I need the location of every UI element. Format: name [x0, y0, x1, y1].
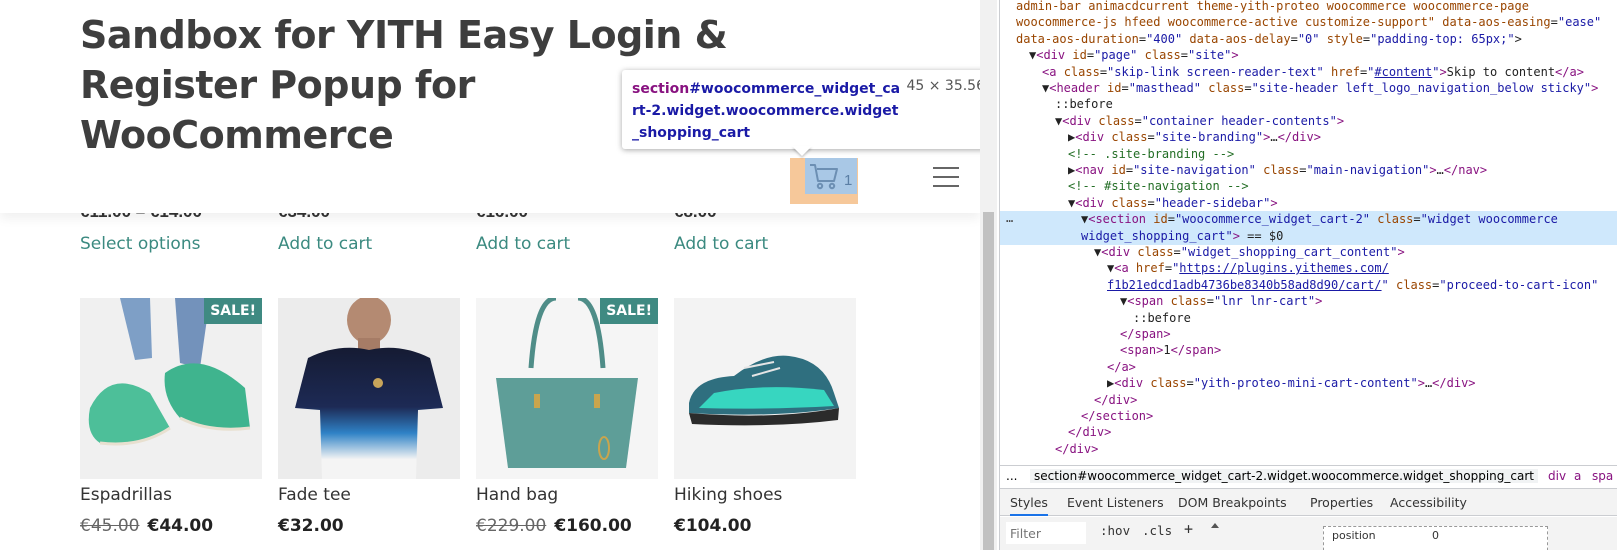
price: €32.00 [278, 516, 344, 536]
add-to-cart-link[interactable]: Add to cart [674, 234, 768, 254]
tooltip-arrow [792, 146, 812, 156]
sidebar-tabs: Styles Event Listeners DOM Breakpoints P… [1000, 488, 1617, 516]
dom-node[interactable]: </div> [1000, 424, 1617, 441]
old-price: €45.00 [80, 516, 140, 536]
new-style-rule-button[interactable]: + [1184, 520, 1193, 538]
dom-node[interactable]: </div> [1000, 392, 1617, 409]
box-model: position 0 [1323, 526, 1548, 550]
cart-count: 1 [844, 172, 853, 189]
dom-node[interactable]: ▼<div class="widget_shopping_cart_conten… [1000, 244, 1617, 261]
dom-node[interactable]: ::before [1000, 96, 1617, 113]
hamburger-menu-icon[interactable] [933, 167, 959, 187]
dom-node[interactable]: admin-bar animacdcurrent theme-yith-prot… [1000, 0, 1617, 15]
dom-node[interactable]: <!-- #site-navigation --> [1000, 178, 1617, 195]
product-image-espadrillas[interactable]: SALE! [80, 298, 262, 479]
product-name[interactable]: Fade tee [278, 485, 351, 505]
dom-node[interactable]: ▶<div class="site-branding">…</div> [1000, 129, 1617, 146]
dom-node[interactable]: ▶<div class="yith-proteo-mini-cart-conte… [1000, 375, 1617, 392]
tab-accessibility[interactable]: Accessibility [1390, 495, 1467, 510]
breadcrumb-item[interactable]: a [1574, 469, 1581, 483]
page-viewport: €11.00 – €14.00 €34.00 €16.00 €8.00 Sele… [0, 0, 980, 550]
sale-price: €44.00 [147, 516, 214, 536]
product-image-hand-bag[interactable]: SALE! [476, 298, 658, 479]
tab-styles[interactable]: Styles [1010, 495, 1048, 516]
dom-node[interactable]: ::before [1000, 310, 1617, 327]
sale-badge: SALE! [600, 298, 658, 324]
dom-node[interactable]: </a> [1000, 359, 1617, 376]
dom-node-selected[interactable]: ▼<section id="woocommerce_widget_cart-2"… [1000, 211, 1617, 229]
product-price: €104.00 [674, 516, 751, 536]
breadcrumb-item[interactable]: div [1548, 469, 1566, 483]
tab-event-listeners[interactable]: Event Listeners [1067, 495, 1164, 510]
product-image-hiking-shoes[interactable] [674, 298, 856, 479]
cart-icon[interactable] [808, 161, 840, 191]
dom-node[interactable]: ▼<span class="lnr lnr-cart"> [1000, 293, 1617, 310]
dom-node[interactable]: <a class="skip-link screen-reader-text" … [1000, 64, 1617, 81]
dom-node[interactable]: </section> [1000, 408, 1617, 425]
hov-button[interactable]: :hov [1100, 523, 1130, 538]
dom-node[interactable]: ▼<div class="header-sidebar"> [1000, 195, 1617, 212]
dom-node[interactable]: <!-- .site-branding --> [1000, 146, 1617, 163]
styles-filter-input[interactable] [1006, 522, 1086, 544]
dom-node[interactable]: </span> [1000, 326, 1617, 343]
breadcrumb-more[interactable]: ... [1006, 469, 1017, 483]
dom-node[interactable]: ▼<header id="masthead" class="site-heade… [1000, 80, 1617, 97]
sale-price: €160.00 [554, 516, 632, 536]
dom-node[interactable]: </div> [1000, 441, 1617, 458]
breadcrumb-item[interactable]: spa [1592, 469, 1613, 483]
product-name[interactable]: Espadrillas [80, 485, 172, 505]
inspect-tooltip: section#woocommerce_widget_cart-2.widget… [622, 70, 980, 149]
price: €104.00 [674, 516, 752, 536]
page-scrollbar-thumb[interactable] [983, 212, 994, 550]
select-options-link[interactable]: Select options [80, 234, 200, 254]
product-name[interactable]: Hand bag [476, 485, 558, 505]
tooltip-size: 45 × 35.56 [906, 78, 980, 94]
dom-node[interactable]: f1b21edcd1adb4736be8340b58ad8d90/cart/" … [1000, 277, 1617, 294]
dom-node-selected[interactable]: widget_shopping_cart"> == $0 [1000, 227, 1617, 245]
dom-node[interactable]: data-aos-duration="400" data-aos-delay="… [1000, 31, 1617, 48]
breadcrumb-selected[interactable]: section#woocommerce_widget_cart-2.widget… [1030, 469, 1538, 483]
box-model-value: 0 [1432, 529, 1439, 542]
dom-node[interactable]: ▼<a href="https://plugins.yithemes.com/ [1000, 260, 1617, 277]
elements-breadcrumb: ... section#woocommerce_widget_cart-2.wi… [1000, 465, 1617, 487]
tab-properties[interactable]: Properties [1310, 495, 1373, 510]
dom-node[interactable]: ▶<nav id="site-navigation" class="main-n… [1000, 162, 1617, 179]
box-model-label: position [1332, 529, 1376, 542]
dom-node[interactable]: woocommerce-js hfeed woocommerce-active … [1000, 14, 1617, 31]
product-image-fade-tee[interactable] [278, 298, 460, 479]
add-to-cart-link[interactable]: Add to cart [278, 234, 372, 254]
tooltip-selector: section#woocommerce_widget_cart-2.widget… [632, 78, 902, 144]
panel-scroll-up-icon[interactable] [1208, 519, 1222, 549]
old-price: €229.00 [476, 516, 547, 536]
product-price: €229.00 €160.00 [476, 516, 632, 536]
add-to-cart-link[interactable]: Add to cart [476, 234, 570, 254]
dom-node[interactable]: ▼<div id="page" class="site"> [1000, 47, 1617, 64]
tab-dom-breakpoints[interactable]: DOM Breakpoints [1178, 495, 1287, 510]
product-name[interactable]: Hiking shoes [674, 485, 782, 505]
product-price: €32.00 [278, 516, 344, 536]
sale-badge: SALE! [204, 298, 262, 324]
elements-dom-tree[interactable]: admin-bar animacdcurrent theme-yith-prot… [1000, 0, 1617, 463]
tooltip-tag: section [632, 81, 690, 97]
devtools-panel: admin-bar animacdcurrent theme-yith-prot… [999, 0, 1617, 550]
dom-node[interactable]: <span>1</span> [1000, 342, 1617, 359]
node-actions-icon[interactable]: … [1006, 211, 1013, 225]
dom-node[interactable]: ▼<div class="container header-contents"> [1000, 113, 1617, 130]
product-price: €45.00 €44.00 [80, 516, 213, 536]
cls-button[interactable]: .cls [1142, 523, 1172, 538]
